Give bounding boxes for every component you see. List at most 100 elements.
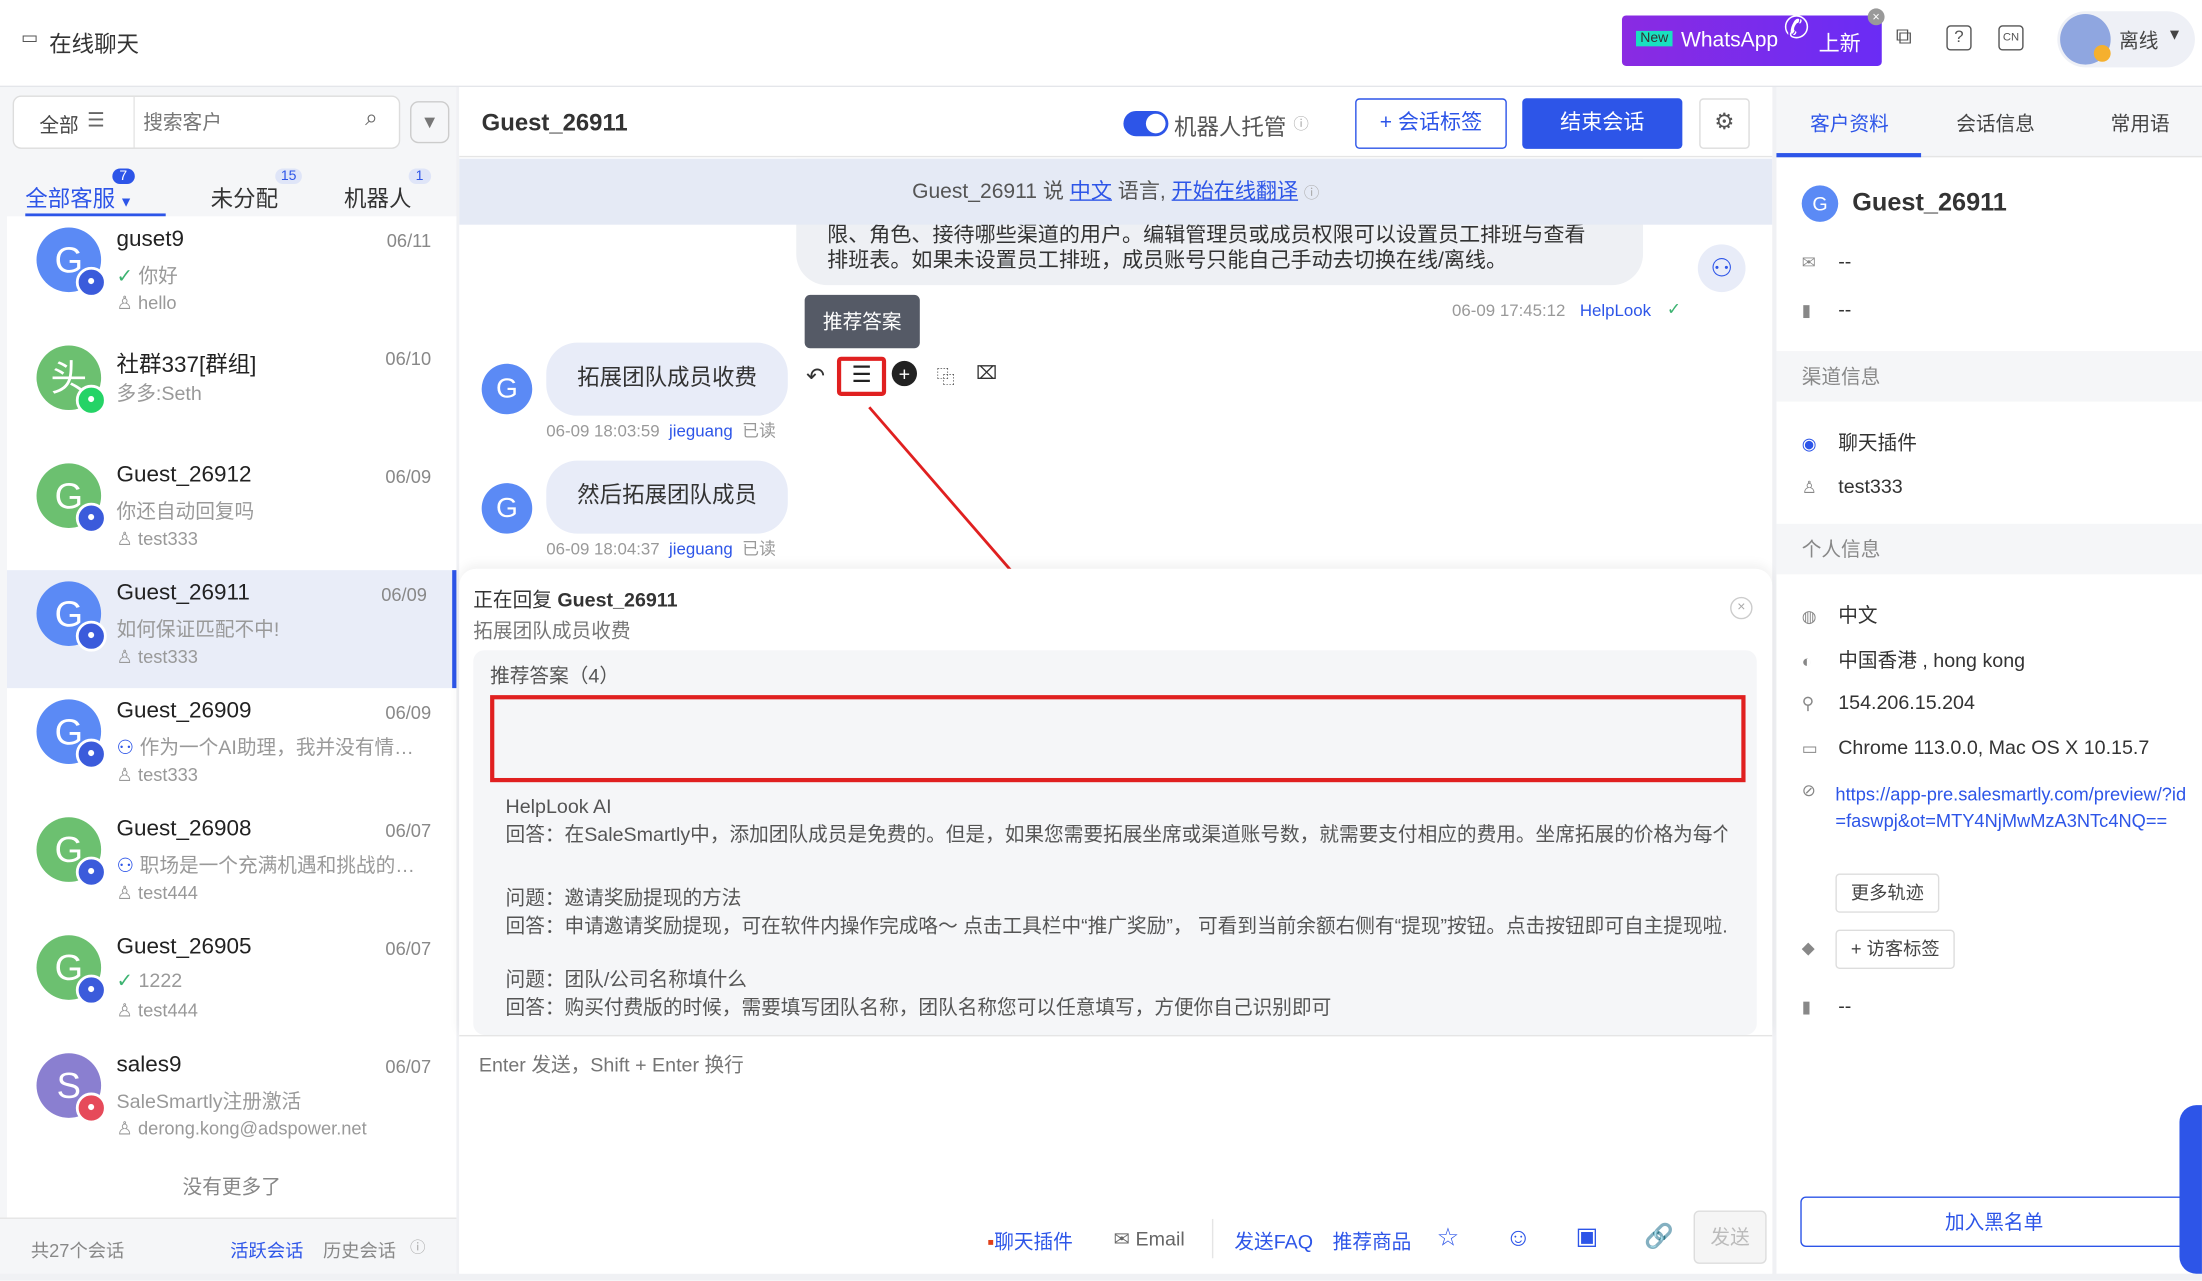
personal-section-title: 个人信息 bbox=[1776, 523, 2202, 575]
customer-email[interactable]: -- bbox=[1838, 250, 1851, 272]
conversation-date: 06/07 bbox=[385, 1056, 432, 1078]
tab-label: 全部客服 bbox=[25, 188, 116, 213]
page-title: 在线聊天 bbox=[49, 33, 140, 58]
chat-plugin-icon: ◉ bbox=[1801, 433, 1817, 454]
recommended-answer-item[interactable]: HelpLook AI 回答：在SaleSmartly中，添加团队成员是免费的。但… bbox=[506, 792, 1728, 848]
email-label: Email bbox=[1135, 1227, 1185, 1250]
tab-quick-replies[interactable]: 常用语 bbox=[2111, 110, 2170, 138]
recommend-product-button[interactable]: 推荐商品 bbox=[1333, 1227, 1412, 1255]
email-button[interactable]: ✉ Email bbox=[1114, 1227, 1185, 1251]
send-button[interactable]: 发送 bbox=[1693, 1210, 1767, 1264]
link-icon: ⊘ bbox=[1801, 780, 1816, 801]
add-visitor-tag-button[interactable]: + 访客标签 bbox=[1835, 929, 1956, 969]
sub-text: test333 bbox=[138, 645, 198, 668]
user-icon: ♙ bbox=[116, 1117, 139, 1139]
channel-plugin-button[interactable]: ▪聊天插件 bbox=[987, 1227, 1073, 1255]
highlight-box bbox=[490, 695, 1746, 783]
star-icon[interactable]: ☆ bbox=[1437, 1223, 1460, 1252]
help-icon[interactable]: ? bbox=[1946, 25, 1972, 51]
recommended-answer-item[interactable]: 问题：邀请奖励提现的方法回答：申请邀请奖励提现，可在软件内操作完成咯～ 点击工具… bbox=[506, 883, 1728, 939]
history-sessions-link[interactable]: 历史会话 bbox=[323, 1236, 396, 1263]
emoji-icon[interactable]: ☺ bbox=[1505, 1223, 1531, 1252]
customer-ip: 154.206.15.204 bbox=[1838, 690, 1975, 714]
search-icon[interactable]: ⌕ bbox=[365, 107, 378, 132]
divider bbox=[133, 96, 135, 148]
close-icon[interactable]: × bbox=[1730, 596, 1753, 620]
conversation-preview: 如何保证匹配不中! bbox=[117, 615, 419, 643]
user-icon: ♙ bbox=[116, 645, 139, 668]
user-status-menu[interactable]: 离线 ▼ bbox=[2057, 11, 2195, 68]
conversation-preview: ⚇ 职场是一个充满机遇和挑战的地方 bbox=[117, 851, 419, 879]
user-icon: ♙ bbox=[116, 292, 139, 314]
email-icon: ✉ bbox=[1801, 252, 1816, 273]
conversation-item[interactable]: G ● Guest_26912 06/09 你还自动回复吗 ♙ test333 bbox=[7, 452, 456, 570]
conversation-sub: ♙ test444 bbox=[117, 1000, 198, 1022]
conversation-sidebar: 全部 ☰ ⌕ ▼ 全部客服 ▼ 7 未分配 15 机器人 1 G ● guset… bbox=[0, 87, 457, 1274]
conversation-date: 06/09 bbox=[385, 466, 432, 488]
conversation-item[interactable]: G ● Guest_26909 06/09 ⚇ 作为一个AI助理，我并没有情感和… bbox=[7, 688, 456, 806]
phone-icon: ▮ bbox=[1801, 300, 1811, 321]
search-input[interactable] bbox=[143, 102, 354, 142]
sub-text: derong.kong@adspower.net bbox=[138, 1117, 367, 1139]
conversation-item[interactable]: G ● guset9 06/11 ✓ 你好 ♙ hello bbox=[7, 216, 456, 334]
tab-session-info[interactable]: 会话信息 bbox=[1956, 110, 2035, 138]
location-pin-icon: ⚲ bbox=[1801, 693, 1815, 714]
customer-language: 中文 bbox=[1838, 603, 1878, 627]
promo-suffix: 上新 bbox=[1818, 32, 1861, 57]
sidebar-footer: 共27个会话 活跃会话 历史会话 ⓘ bbox=[0, 1217, 457, 1274]
link-icon[interactable]: 🔗 bbox=[1644, 1223, 1674, 1251]
send-faq-button[interactable]: 发送FAQ bbox=[1234, 1227, 1313, 1255]
devices-icon[interactable]: ⧉ bbox=[1896, 25, 1912, 50]
image-icon[interactable]: ▣ bbox=[1576, 1223, 1599, 1251]
customer-location: 中国香港 , hong kong bbox=[1838, 648, 2026, 672]
tab-robot[interactable]: 机器人 1 bbox=[344, 168, 431, 214]
language-icon[interactable]: CN bbox=[1998, 25, 2024, 51]
channel-badge-icon: ● bbox=[75, 620, 107, 652]
answer-question: 问题：邀请奖励提现的方法 bbox=[505, 886, 742, 909]
tab-all-agents[interactable]: 全部客服 ▼ 7 bbox=[25, 168, 166, 218]
sub-text: test444 bbox=[138, 881, 198, 903]
close-promo-icon[interactable]: × bbox=[1867, 8, 1885, 26]
count-badge: 1 bbox=[408, 168, 431, 184]
conversation-item[interactable]: G ● Guest_26908 06/07 ⚇ 职场是一个充满机遇和挑战的地方 … bbox=[7, 806, 456, 924]
more-tracks-button[interactable]: 更多轨迹 bbox=[1835, 873, 1940, 913]
message-input[interactable] bbox=[478, 1050, 1743, 1191]
tab-customer-profile[interactable]: 客户资料 bbox=[1810, 110, 1889, 138]
conversation-item[interactable]: G ● Guest_26911 06/09 如何保证匹配不中! ♙ test33… bbox=[7, 570, 457, 689]
conversation-preview: SaleSmartly注册激活 bbox=[117, 1087, 419, 1115]
conversation-item[interactable]: S ● sales9 06/07 SaleSmartly注册激活 ♙ deron… bbox=[7, 1042, 456, 1160]
whatsapp-icon: ✆ bbox=[1783, 9, 1810, 45]
customer-phone[interactable]: -- bbox=[1838, 298, 1851, 320]
bot-icon: ⚇ bbox=[116, 853, 140, 877]
active-sessions-link[interactable]: 活跃会话 bbox=[230, 1236, 303, 1263]
add-to-blacklist-button[interactable]: 加入黑名单 bbox=[1800, 1196, 2188, 1248]
chat-panel: Guest_26911 机器人托管 ⓘ + 会话标签 结束会话 ⚙ 限、角色、接… bbox=[459, 87, 1773, 1274]
channel-badge-icon: ● bbox=[75, 502, 107, 534]
filter-icon[interactable]: ▼ bbox=[410, 101, 450, 144]
conversation-item[interactable]: G ● Guest_26905 06/07 ✓ 1222 ♙ test444 bbox=[7, 924, 456, 1042]
channel-name: 聊天插件 bbox=[1838, 431, 1917, 454]
visited-url-link[interactable]: https://app-pre.salesmartly.com/preview/… bbox=[1835, 781, 2187, 834]
count-badge: 7 bbox=[112, 168, 135, 184]
tab-unassigned[interactable]: 未分配 15 bbox=[211, 168, 303, 214]
help-icon: ⓘ bbox=[410, 1239, 426, 1257]
preview-text: 多多:Seth bbox=[116, 381, 202, 405]
feedback-side-tab[interactable] bbox=[2179, 1105, 2202, 1274]
answer-text: 回答：申请邀请奖励提现，可在软件内操作完成咯～ 点击工具栏中“推广奖励”， 可看… bbox=[505, 914, 1728, 937]
status-dot bbox=[2093, 44, 2111, 62]
conversation-sub: ♙ hello bbox=[117, 292, 177, 314]
recommended-answer-item[interactable]: 问题：团队/公司名称填什么 回答：购买付费版的时候，需要填写团队名称，团队名称您可… bbox=[506, 965, 1728, 1021]
bot-icon: ⚇ bbox=[116, 735, 140, 759]
channel-badge-icon: ● bbox=[75, 974, 107, 1006]
preview-text: 你还自动回复吗 bbox=[116, 499, 255, 523]
bookmark-icon: ▮ bbox=[1801, 997, 1811, 1017]
whatsapp-promo-banner[interactable]: New WhatsApp ✆ 上新 bbox=[1621, 10, 1882, 67]
divider bbox=[1211, 1218, 1214, 1259]
conversation-item[interactable]: 头 ● 社群337[群组] 06/10 多多:Seth bbox=[7, 334, 456, 452]
list-icon: ☰ bbox=[87, 108, 105, 131]
conversation-sub: ♙ derong.kong@adspower.net bbox=[117, 1118, 367, 1140]
language-icon: ◍ bbox=[1801, 606, 1817, 627]
filter-all-dropdown[interactable]: 全部 bbox=[39, 111, 78, 139]
preview-text: 1222 bbox=[138, 968, 183, 992]
conversation-sub: ♙ test333 bbox=[117, 528, 198, 550]
